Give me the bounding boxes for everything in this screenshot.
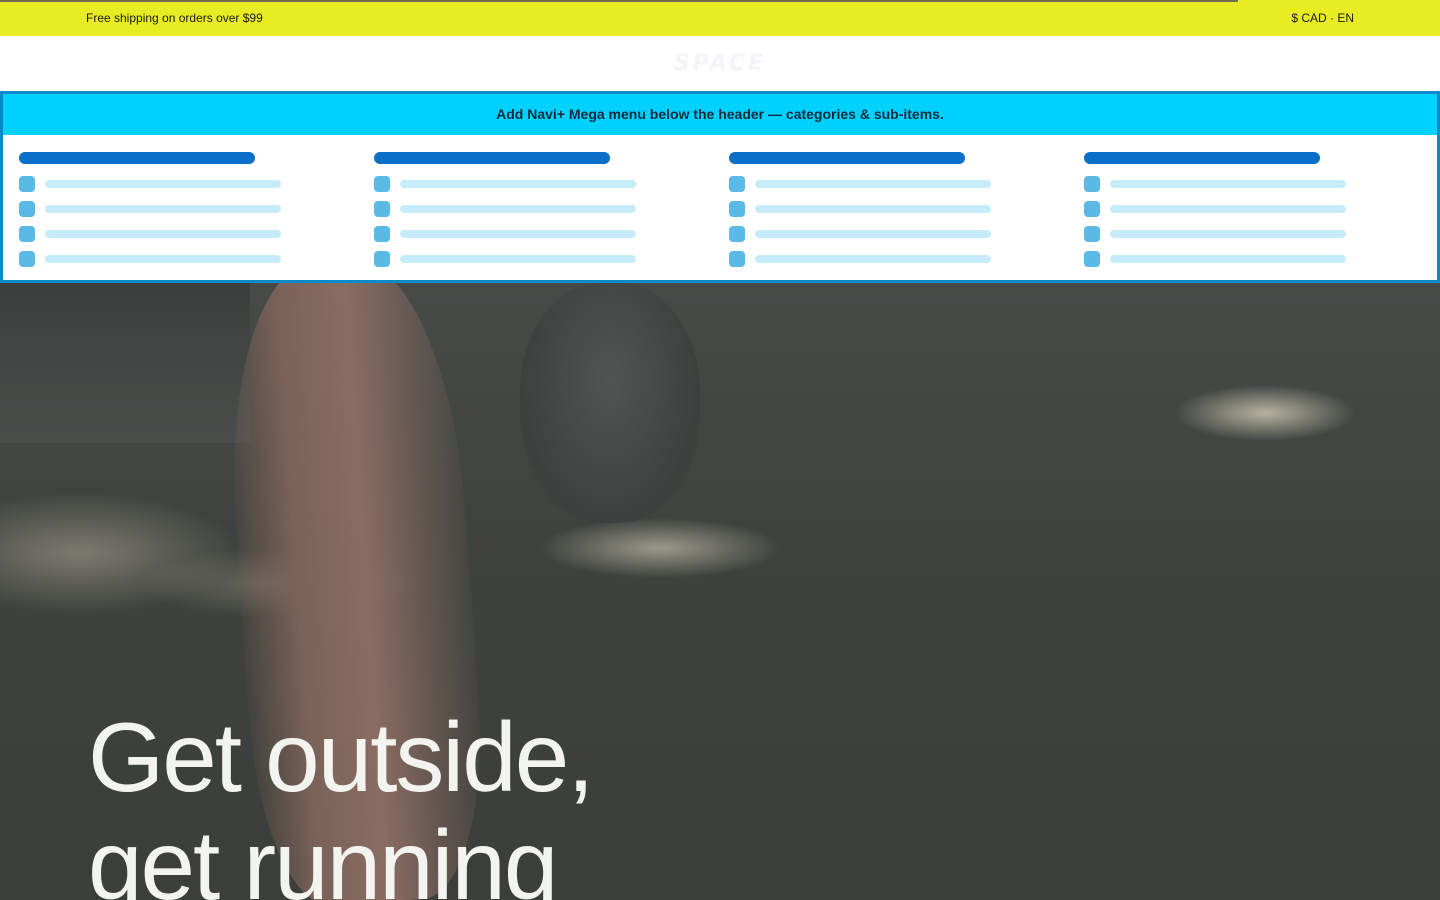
menu-category-placeholder bbox=[374, 152, 610, 164]
mega-menu-placeholder: Add Navi+ Mega menu below the header — c… bbox=[0, 91, 1440, 283]
currency-language-selector[interactable]: $ CAD · EN bbox=[1291, 11, 1354, 25]
menu-sub-item bbox=[1084, 164, 1414, 192]
sub-item-icon bbox=[1084, 251, 1100, 267]
menu-sub-item bbox=[374, 239, 704, 267]
menu-sub-item bbox=[19, 189, 349, 217]
menu-category-placeholder bbox=[729, 152, 965, 164]
sub-item-icon bbox=[729, 251, 745, 267]
menu-sub-item bbox=[729, 239, 1059, 267]
mega-menu-columns bbox=[3, 135, 1437, 280]
hero-headline-line-1: Get outside, bbox=[88, 702, 594, 812]
sub-item-label-placeholder bbox=[1110, 205, 1346, 213]
hero-headline: Get outside, get running bbox=[88, 702, 594, 900]
sub-item-label-placeholder bbox=[1110, 230, 1346, 238]
menu-sub-item bbox=[374, 189, 704, 217]
menu-sub-item bbox=[374, 214, 704, 242]
site-header: SPACE bbox=[0, 36, 1440, 92]
menu-category-placeholder bbox=[19, 152, 255, 164]
sub-item-label-placeholder bbox=[755, 230, 991, 238]
menu-sub-item bbox=[729, 214, 1059, 242]
sub-item-label-placeholder bbox=[755, 255, 991, 263]
mega-menu-banner: Add Navi+ Mega menu below the header — c… bbox=[3, 94, 1437, 135]
sub-item-icon bbox=[374, 251, 390, 267]
sub-item-label-placeholder bbox=[400, 205, 636, 213]
sub-item-label-placeholder bbox=[755, 180, 991, 188]
menu-sub-item bbox=[729, 189, 1059, 217]
sub-item-label-placeholder bbox=[45, 180, 281, 188]
menu-sub-item bbox=[1084, 239, 1414, 267]
sub-item-label-placeholder bbox=[400, 230, 636, 238]
menu-sub-item bbox=[729, 164, 1059, 192]
sub-item-label-placeholder bbox=[45, 230, 281, 238]
menu-column bbox=[729, 152, 1059, 267]
menu-sub-item bbox=[19, 214, 349, 242]
menu-sub-item bbox=[374, 164, 704, 192]
sub-item-label-placeholder bbox=[400, 180, 636, 188]
announcement-bar: Free shipping on orders over $99 $ CAD ·… bbox=[0, 0, 1440, 36]
sub-item-label-placeholder bbox=[45, 255, 281, 263]
hero-banner: Get outside, get running bbox=[0, 283, 1440, 900]
store-logo[interactable]: SPACE bbox=[658, 52, 782, 76]
sub-item-label-placeholder bbox=[45, 205, 281, 213]
menu-column bbox=[374, 152, 704, 267]
sub-item-label-placeholder bbox=[400, 255, 636, 263]
announcement-progress bbox=[0, 0, 1238, 2]
sub-item-label-placeholder bbox=[1110, 255, 1346, 263]
hero-headline-line-2: get running bbox=[88, 810, 558, 900]
hero-runner-shoe bbox=[520, 283, 700, 523]
sub-item-icon bbox=[19, 251, 35, 267]
announcement-message: Free shipping on orders over $99 bbox=[86, 11, 263, 25]
menu-sub-item bbox=[1084, 189, 1414, 217]
hero-background-planter bbox=[0, 283, 250, 443]
menu-sub-item bbox=[19, 164, 349, 192]
menu-sub-item bbox=[1084, 214, 1414, 242]
menu-column bbox=[19, 152, 349, 267]
sub-item-label-placeholder bbox=[1110, 180, 1346, 188]
menu-category-placeholder bbox=[1084, 152, 1320, 164]
sub-item-label-placeholder bbox=[755, 205, 991, 213]
menu-column bbox=[1084, 152, 1414, 267]
menu-sub-item bbox=[19, 239, 349, 267]
